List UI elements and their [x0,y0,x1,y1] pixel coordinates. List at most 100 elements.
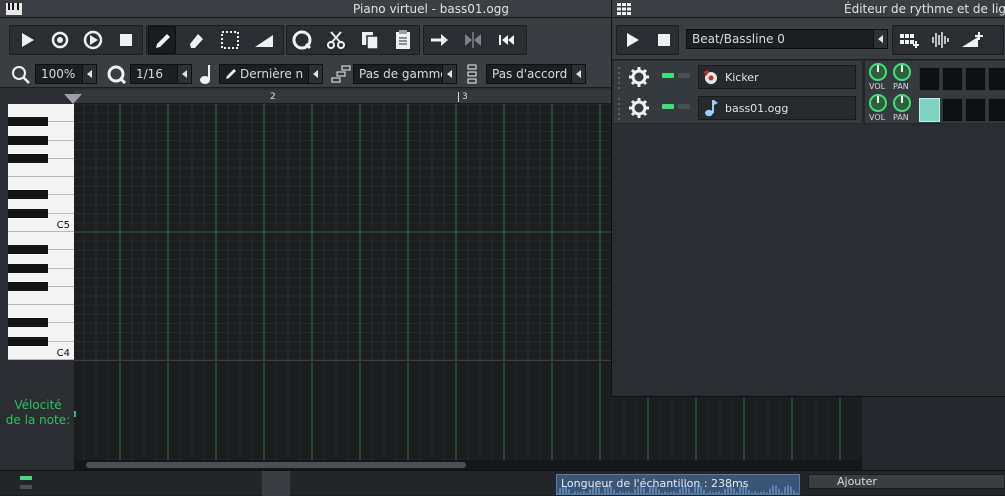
playhead-marker-icon[interactable] [64,94,82,104]
beat-stop-button[interactable] [650,26,678,54]
quantize-select[interactable]: 1/16 [130,64,192,84]
chevron-left-icon [873,30,887,48]
cut-button[interactable] [322,26,350,54]
select-icon [221,31,239,49]
volume-knob[interactable] [868,62,888,82]
scissors-icon [327,31,345,49]
paste-button[interactable] [389,26,417,54]
record-play-icon [83,30,103,50]
step-button[interactable] [919,67,940,91]
rewind-button[interactable] [492,26,520,54]
black-key[interactable] [8,336,48,346]
volume-label: VOL [869,82,886,91]
gear-icon[interactable] [628,66,650,88]
add-button[interactable]: Ajouter [808,474,1005,489]
step-button[interactable] [965,67,986,91]
black-key[interactable] [8,190,48,200]
select-mode-button[interactable] [216,26,244,54]
swap-button[interactable] [459,26,487,54]
detune-mode-button[interactable] [250,26,278,54]
erase-mode-button[interactable] [182,26,210,54]
pan-label: PAN [893,82,909,91]
mute-led[interactable] [662,73,674,78]
grid-icon [617,3,631,15]
stop-icon [120,34,132,46]
beat-editor-title: Éditeur de rythme et de ligne [844,2,1005,16]
pan-knob[interactable] [892,62,912,82]
sample-length-label: Longueur de l'échantillon : 238ms [561,477,749,490]
beat-editor-titlebar[interactable]: Éditeur de rythme et de ligne [612,0,1005,18]
chord-select[interactable]: Pas d'accord [486,64,586,84]
chevron-left-icon [177,65,191,83]
play-icon [627,33,639,47]
step-button[interactable] [942,98,963,122]
step-button[interactable] [965,98,986,122]
quantize-value: 1/16 [136,67,163,81]
step-record-button[interactable] [425,26,453,54]
record-button[interactable] [46,26,74,54]
stop-button[interactable] [112,26,140,54]
swap-icon [465,32,481,48]
step-button[interactable] [988,67,1005,91]
note-length-select[interactable]: Dernière n [219,64,323,84]
solo-led[interactable] [678,73,690,78]
kicker-instrument-icon [703,70,719,84]
black-key[interactable] [8,208,48,218]
step-button[interactable] [988,98,1005,122]
step-button[interactable] [942,67,963,91]
paste-icon [396,30,410,49]
drag-handle-icon[interactable] [616,96,622,120]
play-button[interactable] [13,26,41,54]
mute-led[interactable] [662,104,674,109]
pencil-icon [156,34,170,48]
sample-waveform-display[interactable]: Longueur de l'échantillon : 238ms [556,474,800,495]
black-key[interactable] [8,318,48,328]
add-beat-pattern-button[interactable] [894,26,922,54]
mute-led[interactable] [20,476,32,480]
solo-led[interactable] [20,485,32,489]
black-key[interactable] [8,263,48,273]
pattern-select[interactable]: Beat/Bassline 0 [686,29,888,49]
timeline-mark: 2 [270,92,276,102]
eraser-icon [190,34,203,48]
chord-value: Pas d'accord [492,67,568,81]
black-key[interactable] [8,153,48,163]
black-key[interactable] [8,281,48,291]
add-automation-track-button[interactable] [958,26,986,54]
track-name-label: bass01.ogg [725,102,789,115]
quantize-button[interactable] [288,26,316,54]
zoom-select[interactable]: 100% [35,64,97,84]
chevron-left-icon [571,65,585,83]
velocity-marker [74,411,76,417]
copy-button[interactable] [356,26,384,54]
add-pattern-icon [900,34,919,48]
track-row-kicker[interactable]: Kicker VOL PAN [614,61,1005,93]
black-key[interactable] [8,117,48,127]
pencil-icon [225,68,237,80]
draw-mode-button[interactable] [148,26,176,54]
solo-led[interactable] [678,104,690,109]
gear-icon[interactable] [628,97,650,119]
track-name-bass01[interactable]: bass01.ogg [698,96,856,120]
track-name-kicker[interactable]: Kicker [698,65,856,89]
scale-select[interactable]: Pas de gamme [353,64,457,84]
record-icon [51,31,69,49]
black-key[interactable] [8,135,48,145]
arrow-right-icon [431,34,448,46]
scrollbar-thumb[interactable] [86,462,466,468]
beat-play-button[interactable] [618,26,646,54]
track-row-bass01[interactable]: bass01.ogg VOL PAN [614,92,1005,124]
volume-knob[interactable] [868,93,888,113]
piano-keyboard[interactable]: C5 C4 [8,104,77,360]
note-icon [704,99,718,117]
record-play-button[interactable] [79,26,107,54]
black-key[interactable] [8,245,48,255]
step-button[interactable] [919,98,940,122]
track-name-label: Kicker [725,71,759,84]
drag-handle-icon[interactable] [616,65,622,89]
detune-icon [255,35,273,47]
pan-knob[interactable] [892,93,912,113]
skip-start-icon [499,35,514,45]
add-sample-track-button[interactable] [926,26,954,54]
horizontal-scrollbar[interactable] [74,460,862,470]
